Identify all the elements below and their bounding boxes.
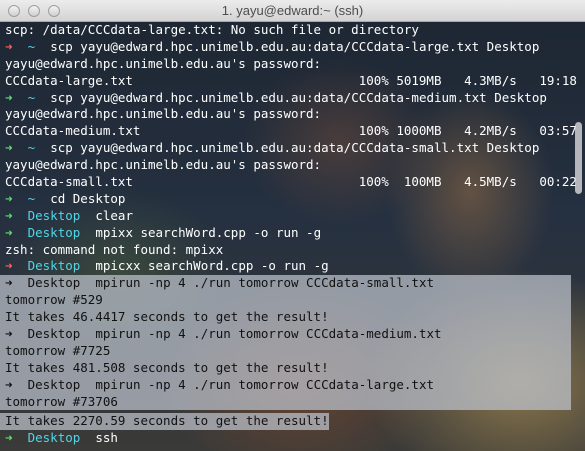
- output-text: zsh: command not found: mpixx: [5, 241, 224, 257]
- prompt-arrow-icon: ➜: [5, 376, 13, 392]
- prompt-directory: ~: [27, 89, 36, 105]
- output-line: CCCdata-small.txt 100% 100MB 4.5MB/s 00:…: [5, 174, 577, 191]
- prompt-directory: ~: [27, 140, 36, 156]
- prompt-arrow-icon: ➜: [5, 190, 13, 206]
- command-line: ➜ Desktop mpixx searchWord.cpp -o run -g: [5, 225, 571, 242]
- prompt-directory: Desktop: [27, 376, 81, 392]
- prompt-arrow-icon: ➜: [5, 430, 13, 446]
- command-line: ➜ Desktop mpirun -np 4 ./run tomorrow CC…: [0, 376, 571, 394]
- output-line: tomorrow #7725: [0, 342, 571, 360]
- command-line: ➜ ~ scp yayu@edward.hpc.unimelb.edu.au:d…: [5, 140, 571, 157]
- command-text: scp yayu@edward.hpc.unimelb.edu.au:data/…: [50, 89, 547, 105]
- prompt-directory: Desktop: [27, 258, 81, 274]
- command-line: ➜ Desktop ssh: [5, 430, 571, 447]
- output-text: It takes 2270.59 seconds to get the resu…: [5, 413, 329, 429]
- output-line: tomorrow #73706: [0, 393, 571, 411]
- prompt-arrow-icon: ➜: [5, 89, 13, 105]
- output-line: It takes 2270.59 seconds to get the resu…: [0, 413, 329, 431]
- terminal-window: 1. yayu@edward:~ (ssh) scp: /data/CCCdat…: [0, 0, 585, 451]
- prompt-arrow-icon: ➜: [5, 140, 13, 156]
- output-line: CCCdata-large.txt 100% 5019MB 4.3MB/s 19…: [5, 73, 577, 90]
- command-text: mpixx searchWord.cpp -o run -g: [95, 224, 322, 240]
- command-line: ➜ ~ cd Desktop: [5, 191, 571, 208]
- command-line: ➜ Desktop clear: [5, 208, 571, 225]
- title-bar: 1. yayu@edward:~ (ssh): [0, 0, 585, 22]
- command-text: mpirun -np 4 ./run tomorrow CCCdata-larg…: [95, 376, 434, 392]
- command-text: mpirun -np 4 ./run tomorrow CCCdata-smal…: [95, 275, 434, 291]
- command-text: ssh: [95, 430, 118, 446]
- output-line: It takes 46.4417 seconds to get the resu…: [0, 309, 571, 327]
- output-text: CCCdata-medium.txt 100% 1000MB 4.2MB/s 0…: [5, 123, 577, 139]
- output-text: tomorrow #73706: [5, 393, 118, 409]
- prompt-arrow-icon: ➜: [5, 207, 13, 223]
- prompt-arrow-icon: ➜: [5, 38, 13, 54]
- command-text: mpicxx searchWord.cpp -o run -g: [95, 258, 329, 274]
- prompt-arrow-icon: ➜: [5, 326, 13, 342]
- command-text: scp yayu@edward.hpc.unimelb.edu.au:data/…: [50, 140, 540, 156]
- output-text: scp: /data/CCCdata-large.txt: No such fi…: [5, 22, 419, 37]
- command-text: scp yayu@edward.hpc.unimelb.edu.au:data/…: [50, 38, 540, 54]
- command-text: cd Desktop: [50, 190, 126, 206]
- command-line: ➜ ~ scp yayu@edward.hpc.unimelb.edu.au:d…: [5, 39, 571, 56]
- scrollbar[interactable]: [575, 122, 582, 194]
- window-title: 1. yayu@edward:~ (ssh): [221, 3, 364, 18]
- output-text: It takes 481.508 seconds to get the resu…: [5, 359, 329, 375]
- prompt-directory: ~: [27, 38, 36, 54]
- prompt-arrow-icon: ➜: [5, 275, 13, 291]
- output-text: tomorrow #7725: [5, 342, 111, 358]
- output-text: yayu@edward.hpc.unimelb.edu.au's passwor…: [5, 157, 322, 173]
- output-line: yayu@edward.hpc.unimelb.edu.au's passwor…: [5, 56, 571, 73]
- output-line: tomorrow #529: [0, 292, 571, 310]
- command-line: ➜ Desktop mpirun -np 4 ./run tomorrow CC…: [0, 275, 571, 293]
- prompt-directory: Desktop: [27, 275, 81, 291]
- prompt-directory: Desktop: [27, 207, 81, 223]
- prompt-arrow-icon: ➜: [5, 224, 13, 240]
- terminal-output[interactable]: scp: /data/CCCdata-large.txt: No such fi…: [0, 22, 585, 451]
- command-line: ➜ ~ scp yayu@edward.hpc.unimelb.edu.au:d…: [5, 90, 571, 107]
- output-text: CCCdata-small.txt 100% 100MB 4.5MB/s 00:…: [5, 174, 577, 190]
- output-line: scp: /data/CCCdata-large.txt: No such fi…: [5, 22, 571, 39]
- output-line: CCCdata-medium.txt 100% 1000MB 4.2MB/s 0…: [5, 123, 577, 140]
- output-line: yayu@edward.hpc.unimelb.edu.au's passwor…: [5, 157, 571, 174]
- command-line: ➜ Desktop mpirun -np 4 ./run tomorrow CC…: [0, 326, 571, 343]
- prompt-directory: Desktop: [27, 326, 81, 342]
- command-line: ➜ Desktop mpicxx searchWord.cpp -o run -…: [5, 258, 571, 275]
- output-line: It takes 481.508 seconds to get the resu…: [0, 359, 571, 377]
- prompt-directory: ~: [27, 190, 36, 206]
- prompt-directory: Desktop: [27, 430, 81, 446]
- output-line: zsh: command not found: mpixx: [5, 242, 571, 259]
- output-line: yayu@edward.hpc.unimelb.edu.au's passwor…: [5, 106, 571, 123]
- output-text: yayu@edward.hpc.unimelb.edu.au's passwor…: [5, 106, 322, 122]
- output-text: tomorrow #529: [5, 292, 103, 308]
- command-text: mpirun -np 4 ./run tomorrow CCCdata-medi…: [95, 326, 442, 342]
- prompt-directory: Desktop: [27, 224, 81, 240]
- prompt-arrow-icon: ➜: [5, 258, 13, 274]
- output-text: It takes 46.4417 seconds to get the resu…: [5, 309, 329, 325]
- command-text: clear: [95, 207, 133, 223]
- output-text: yayu@edward.hpc.unimelb.edu.au's passwor…: [5, 55, 322, 71]
- terminal-lines: scp: /data/CCCdata-large.txt: No such fi…: [0, 22, 577, 447]
- output-text: CCCdata-large.txt 100% 5019MB 4.3MB/s 19…: [5, 72, 577, 88]
